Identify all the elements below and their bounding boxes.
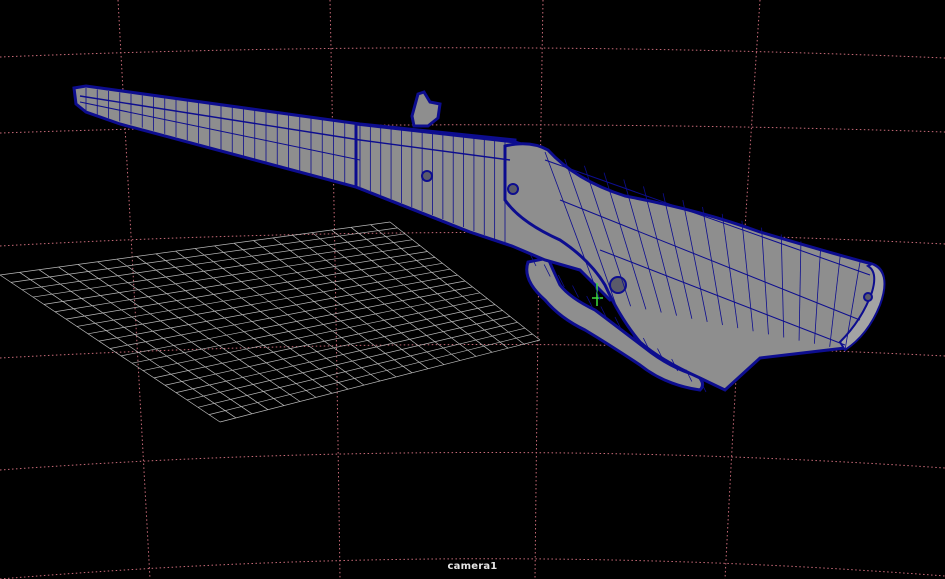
floor-grid-line <box>350 227 509 349</box>
hammer <box>410 90 442 128</box>
viewport-canvas[interactable] <box>0 0 945 579</box>
lock-screw <box>421 170 433 182</box>
floor-grid <box>0 221 541 423</box>
floor-grid-line <box>208 333 533 415</box>
buttstock <box>503 142 886 392</box>
lock-screw <box>507 183 519 195</box>
buttplate-screw <box>863 292 873 302</box>
dome-vertical-line <box>117 0 151 579</box>
dome-horizontal-line <box>0 451 945 471</box>
maya-perspective-viewport[interactable]: camera1 <box>0 0 945 579</box>
camera-name-label: camera1 <box>447 561 498 572</box>
dome-horizontal-line <box>0 47 945 59</box>
flintlock-rifle-model[interactable] <box>72 84 886 393</box>
